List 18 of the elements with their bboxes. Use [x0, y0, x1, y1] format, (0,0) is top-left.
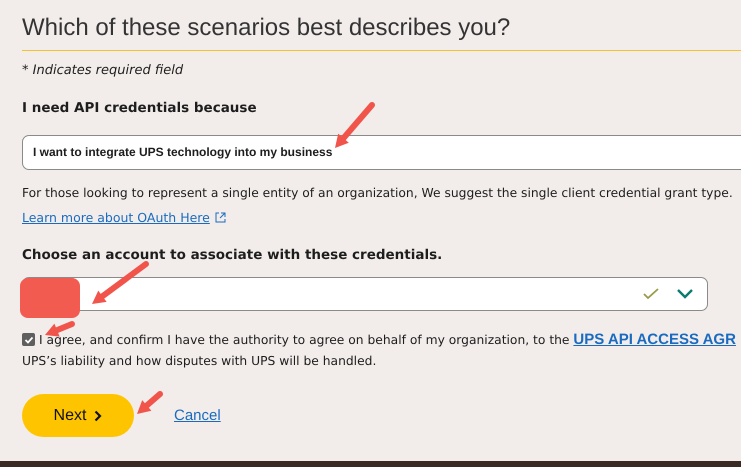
page-heading: Which of these scenarios best describes you?	[22, 0, 741, 51]
agree-checkbox[interactable]	[22, 333, 35, 346]
agreement-text: I agree, and confirm I have the authority to agree on behalf of my organization, to the UPS API ACCESS AGR	[39, 331, 736, 348]
checkmark-icon	[24, 334, 34, 344]
field-label: I need API credentials because	[22, 100, 258, 116]
chevron-down-icon	[677, 289, 693, 299]
cancel-link[interactable]: Cancel	[174, 407, 221, 424]
field-label: Choose an account to associate with these credentials.	[22, 247, 444, 263]
next-button[interactable]: Next	[22, 394, 134, 437]
hint-text: For those looking to represent a single entity of an organization, We suggest the single client credential grant type.	[22, 186, 734, 200]
required-note: * Indicates required field	[22, 63, 184, 78]
oauth-link[interactable]: Learn more about OAuth Here	[22, 210, 210, 225]
chevron-right-icon	[94, 410, 102, 422]
reason-field[interactable]: I want to integrate UPS technology into my business	[22, 135, 741, 170]
redaction-block	[20, 278, 80, 318]
external-link-icon	[214, 212, 226, 223]
agreement-text: UPS’s liability and how disputes with UPS will be handled.	[22, 354, 378, 368]
agreement-link[interactable]: UPS API ACCESS AGR	[573, 331, 736, 348]
